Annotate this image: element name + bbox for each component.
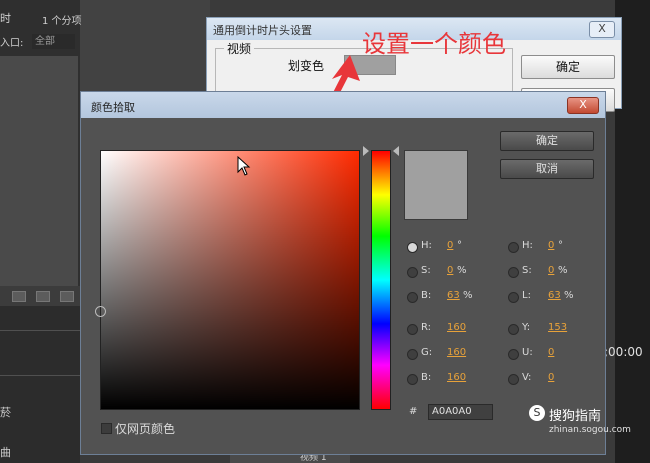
yuv-y-label: Y:	[522, 322, 531, 333]
web-only-label: 仅网页颜色	[115, 422, 176, 436]
hsb-b-value[interactable]: 63	[447, 290, 460, 301]
yuv-v-label: V:	[522, 372, 532, 383]
hue-slider[interactable]	[371, 150, 391, 410]
rgb-b-label: B:	[421, 372, 432, 383]
rgb-g-radio[interactable]	[407, 349, 418, 360]
yuv-u-radio[interactable]	[508, 349, 519, 360]
color-picker-dialog: 颜色拾取 X 确定 取消 H: 0 ° S: 0 % B: 63 % R: 16…	[80, 91, 606, 455]
hsl-h-unit: °	[558, 240, 563, 251]
sogou-logo-icon: S	[529, 405, 545, 421]
picker-titlebar: 颜色拾取 X	[81, 92, 605, 118]
yuv-v-value[interactable]: 0	[548, 372, 554, 383]
hsl-l-value[interactable]: 63	[548, 290, 561, 301]
project-row-label: 时	[0, 12, 11, 25]
watermark-url: zhinan.sogou.com	[549, 425, 631, 435]
hsb-b-row: B: 63 %	[407, 290, 487, 304]
yuv-y-radio[interactable]	[508, 324, 519, 335]
hsl-h-row: H: 0 °	[508, 240, 588, 254]
entry-filter-select[interactable]: 全部	[32, 34, 75, 49]
hex-input[interactable]: A0A0A0	[428, 404, 493, 420]
hsb-b-label: B:	[421, 290, 432, 301]
close-button[interactable]: X	[589, 21, 615, 38]
yuv-u-row: U: 0	[508, 347, 588, 361]
hsl-s-row: S: 0 %	[508, 265, 588, 279]
rgb-b-radio[interactable]	[407, 374, 418, 385]
divider	[0, 375, 80, 376]
hsl-l-radio[interactable]	[508, 292, 519, 303]
hsb-s-unit: %	[457, 265, 467, 276]
effects-row-label: 曲	[0, 446, 11, 459]
project-toolbar	[0, 286, 80, 306]
hsb-h-row: H: 0 °	[407, 240, 487, 254]
hsb-h-radio[interactable]	[407, 242, 418, 253]
hsl-h-label: H:	[522, 240, 533, 251]
project-list-area	[0, 56, 78, 286]
hsb-s-radio[interactable]	[407, 267, 418, 278]
annotation-text: 设置一个颜色	[362, 30, 506, 58]
bin-icon[interactable]	[12, 291, 26, 302]
rgb-r-label: R:	[421, 322, 432, 333]
rgb-b-value[interactable]: 160	[447, 372, 466, 383]
rgb-r-row: R: 160	[407, 322, 487, 336]
mouse-cursor-icon	[237, 156, 251, 176]
saturation-brightness-field[interactable]	[100, 150, 360, 410]
new-item-icon[interactable]	[36, 291, 50, 302]
group-label: 视频	[224, 40, 255, 57]
hsb-h-value[interactable]: 0	[447, 240, 453, 251]
hsb-s-value[interactable]: 0	[447, 265, 453, 276]
dialog-title: 通用倒计时片头设置	[213, 24, 312, 37]
delete-icon[interactable]	[60, 291, 74, 302]
source-panel-background	[80, 0, 210, 95]
yuv-u-value[interactable]: 0	[548, 347, 554, 358]
divider	[0, 330, 80, 331]
hsb-s-label: S:	[421, 265, 431, 276]
hsl-s-unit: %	[558, 265, 568, 276]
rgb-r-value[interactable]: 160	[447, 322, 466, 333]
effects-row-label: 菸	[0, 406, 11, 419]
web-only-checkbox[interactable]	[101, 423, 112, 434]
hue-slider-handle-icon[interactable]	[363, 145, 399, 157]
hsl-l-unit: %	[564, 290, 574, 301]
hsb-h-unit: °	[457, 240, 462, 251]
hsl-s-radio[interactable]	[508, 267, 519, 278]
timecode-display: ;00:00	[604, 345, 643, 359]
hsl-s-label: S:	[522, 265, 532, 276]
field-marker-icon[interactable]	[95, 306, 106, 317]
picker-cancel-button[interactable]: 取消	[500, 159, 594, 179]
entry-label: 入口:	[0, 38, 24, 49]
yuv-u-label: U:	[522, 347, 533, 358]
watermark-title: 搜狗指南	[549, 409, 602, 424]
hsb-h-label: H:	[421, 240, 432, 251]
picker-close-button[interactable]: X	[567, 97, 599, 114]
hsl-l-label: L:	[522, 290, 531, 301]
hsb-s-row: S: 0 %	[407, 265, 487, 279]
rgb-r-radio[interactable]	[407, 324, 418, 335]
rgb-g-label: G:	[421, 347, 433, 358]
hsl-l-row: L: 63 %	[508, 290, 588, 304]
hsl-s-value[interactable]: 0	[548, 265, 554, 276]
yuv-y-row: Y: 153	[508, 322, 588, 336]
hsl-h-radio[interactable]	[508, 242, 519, 253]
yuv-v-radio[interactable]	[508, 374, 519, 385]
hsb-b-unit: %	[463, 290, 473, 301]
rgb-g-value[interactable]: 160	[447, 347, 466, 358]
item-count: 1 个分项	[42, 16, 82, 27]
hsb-b-radio[interactable]	[407, 292, 418, 303]
hsl-h-value[interactable]: 0	[548, 240, 554, 251]
rgb-g-row: G: 160	[407, 347, 487, 361]
rgb-b-row: B: 160	[407, 372, 487, 386]
yuv-v-row: V: 0	[508, 372, 588, 386]
picker-ok-button[interactable]: 确定	[500, 131, 594, 151]
ok-button[interactable]: 确定	[521, 55, 615, 79]
hex-label: #	[409, 406, 418, 417]
yuv-y-value[interactable]: 153	[548, 322, 567, 333]
color-preview-swatch	[404, 150, 468, 220]
picker-title: 颜色拾取	[91, 101, 135, 114]
